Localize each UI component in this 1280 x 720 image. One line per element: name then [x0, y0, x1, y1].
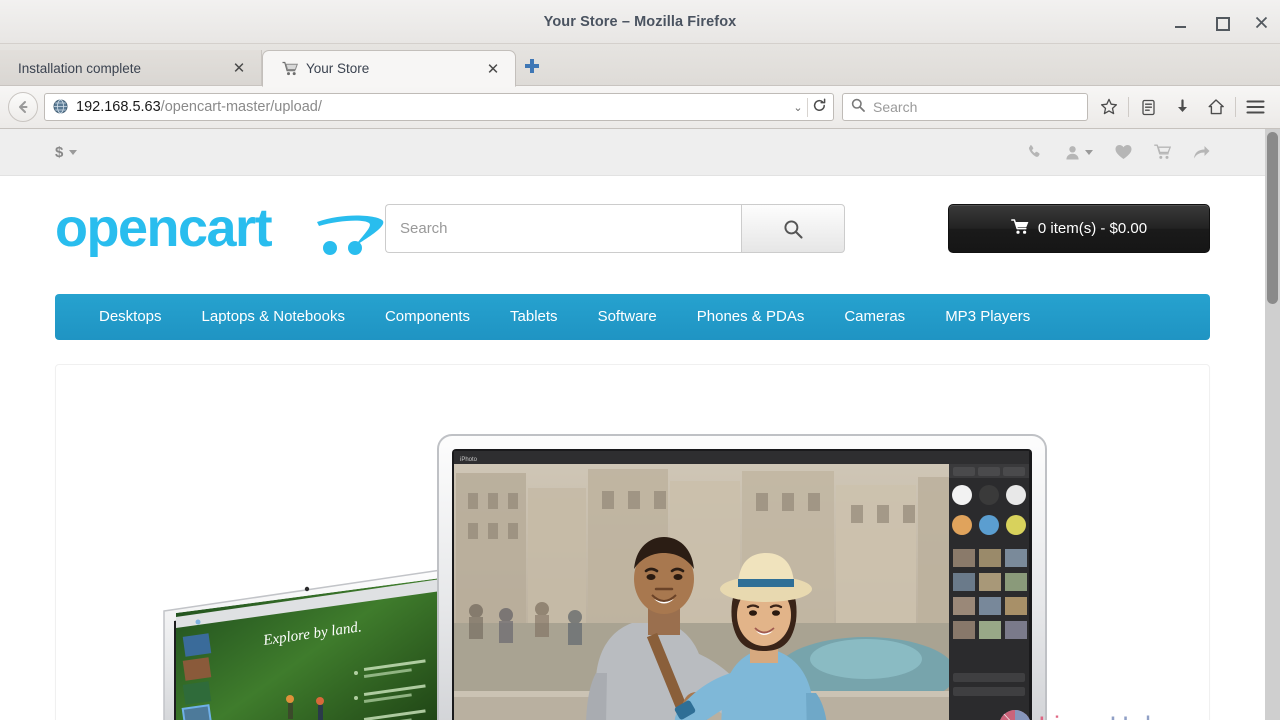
macbook-air-banner-image: Explore by land. iPhoto	[163, 434, 1047, 720]
globe-icon	[53, 99, 69, 115]
store-topbar: $	[0, 129, 1265, 176]
shopping-cart-icon	[281, 60, 298, 77]
nav-item-software[interactable]: Software	[578, 294, 677, 340]
new-tab-button[interactable]	[516, 50, 548, 86]
url-bar[interactable]: 192.168.5.63/opencart-master/upload/ ⌄	[44, 93, 834, 121]
category-navigation: Desktops Laptops & Notebooks Components …	[55, 294, 1210, 340]
toolbar-divider	[1235, 97, 1236, 117]
home-icon[interactable]	[1199, 90, 1233, 124]
store-header: opencart 0 item(s) -	[0, 176, 1265, 276]
scrollbar-thumb[interactable]	[1267, 132, 1278, 304]
browser-search-placeholder: Search	[873, 99, 918, 115]
window-title: Your Store – Mozilla Firefox	[543, 13, 737, 30]
url-host: 192.168.5.63	[76, 99, 161, 115]
nav-item-desktops[interactable]: Desktops	[79, 294, 182, 340]
store-topbar-links	[1027, 144, 1210, 160]
url-text: 192.168.5.63/opencart-master/upload/	[76, 99, 789, 115]
window-titlebar: Your Store – Mozilla Firefox	[0, 0, 1280, 44]
phone-icon[interactable]	[1027, 144, 1043, 160]
svg-text:iPhoto: iPhoto	[460, 457, 478, 463]
toolbar-icons	[1092, 90, 1272, 124]
chevron-down-icon	[1085, 149, 1093, 155]
hamburger-menu-icon[interactable]	[1238, 90, 1272, 124]
nav-item-cameras[interactable]: Cameras	[824, 294, 925, 340]
opencart-store: $ opencart Search 0 item(s) - $0.00 Desk…	[0, 129, 1265, 720]
nav-item-phones-pdas[interactable]: Phones & PDAs	[677, 294, 825, 340]
chevron-down-icon[interactable]: ⌄	[789, 101, 807, 114]
url-path: /opencart-master/upload/	[160, 99, 322, 115]
search-icon	[851, 98, 865, 117]
cart-total-label: 0 item(s) - $0.00	[1037, 220, 1148, 237]
logo-wordmark: opencart	[55, 202, 273, 258]
page-scrollbar[interactable]	[1265, 129, 1280, 720]
hero-banner[interactable]: Explore by land. iPhoto	[55, 364, 1210, 720]
tab-close-icon[interactable]: ✕	[485, 60, 501, 78]
downloads-icon[interactable]	[1165, 90, 1199, 124]
nav-item-components[interactable]: Components	[365, 294, 490, 340]
store-search	[385, 204, 845, 253]
nav-item-mp3-players[interactable]: MP3 Players	[925, 294, 1050, 340]
reload-icon[interactable]	[807, 97, 829, 117]
shopping-cart-icon	[1010, 218, 1029, 239]
page-viewport: $ opencart Search 0 item(s) - $0.00 Desk…	[0, 129, 1280, 720]
tab-label: Installation complete	[18, 60, 142, 76]
currency-selector[interactable]: $	[55, 143, 78, 161]
tab-installation-complete[interactable]: Installation complete ✕	[0, 50, 262, 86]
currency-symbol: $	[55, 143, 64, 161]
maximize-button[interactable]	[1212, 13, 1230, 31]
back-button[interactable]	[8, 92, 38, 122]
toolbar-divider	[1128, 97, 1129, 117]
firefox-window: Your Store – Mozilla Firefox Installatio…	[0, 0, 1280, 720]
tab-close-icon[interactable]: ✕	[231, 59, 247, 77]
nav-item-tablets[interactable]: Tablets	[490, 294, 578, 340]
wishlist-heart-icon[interactable]	[1115, 144, 1132, 160]
shopping-cart-icon[interactable]	[1154, 144, 1171, 160]
search-submit-button[interactable]	[741, 204, 845, 253]
reader-list-icon[interactable]	[1131, 90, 1165, 124]
opencart-logo[interactable]: opencart	[55, 198, 385, 260]
minimize-button[interactable]	[1172, 13, 1190, 31]
window-controls	[1172, 0, 1270, 44]
checkout-arrow-icon[interactable]	[1193, 145, 1210, 160]
tab-your-store[interactable]: Your Store ✕	[262, 50, 516, 87]
tab-label: Your Store	[306, 61, 370, 76]
browser-search-box[interactable]: Search	[842, 93, 1088, 121]
tab-strip: Installation complete ✕ Your Store ✕	[0, 44, 1280, 87]
laptop-front: iPhoto	[437, 434, 1047, 720]
chevron-down-icon	[69, 149, 78, 155]
user-account-icon[interactable]	[1065, 145, 1093, 160]
bookmark-star-icon[interactable]	[1092, 90, 1126, 124]
close-window-button[interactable]	[1252, 13, 1270, 31]
browser-toolbar: 192.168.5.63/opencart-master/upload/ ⌄ S…	[0, 86, 1280, 129]
nav-item-laptops-notebooks[interactable]: Laptops & Notebooks	[182, 294, 365, 340]
search-input[interactable]	[385, 204, 741, 253]
cart-button[interactable]: 0 item(s) - $0.00	[948, 204, 1210, 253]
